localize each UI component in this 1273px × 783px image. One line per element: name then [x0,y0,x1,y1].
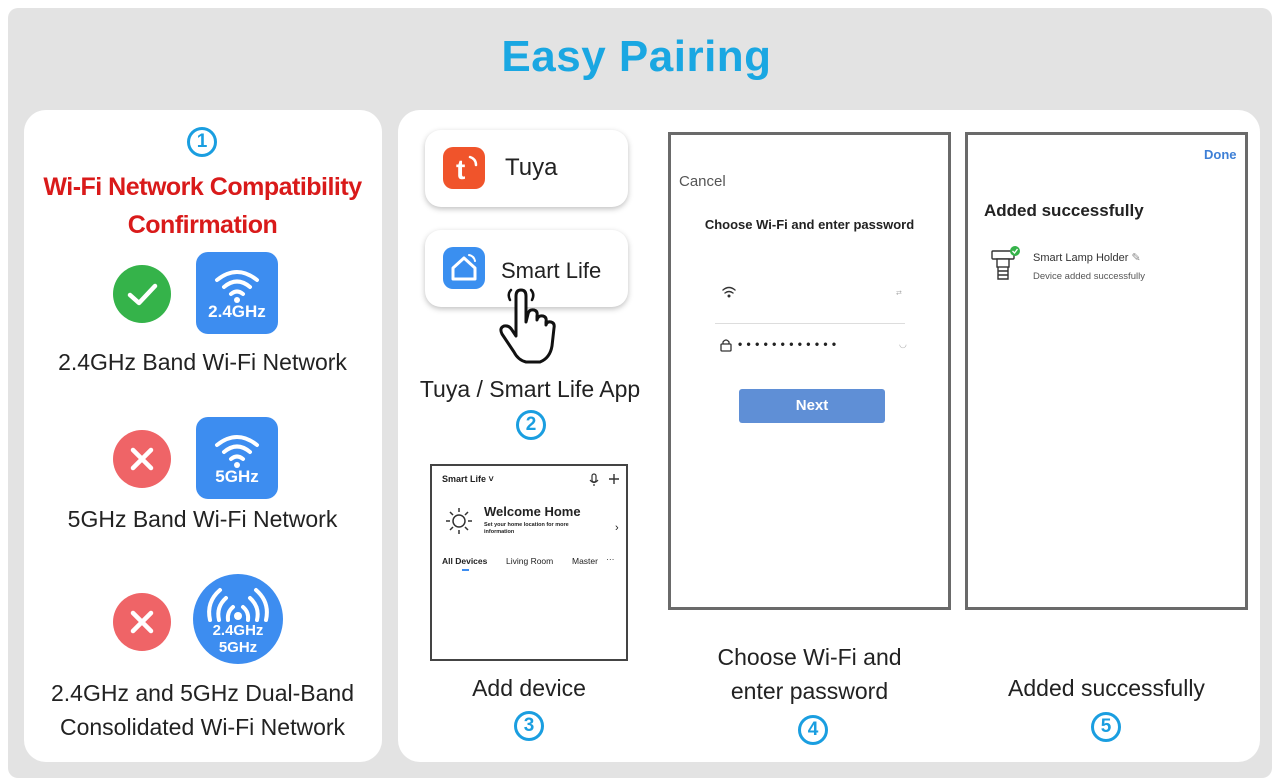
sun-icon [446,508,472,534]
chevron-right-icon[interactable]: › [615,522,619,534]
tuya-icon: t [443,147,485,189]
microphone-icon[interactable] [588,473,600,487]
eye-icon[interactable]: ◡ [899,339,907,350]
apps-caption: Tuya / Smart Life App [419,376,641,402]
band-label-dual-line1: 2.4GHz and 5GHz Dual-Band [51,680,354,706]
wifi-2-4ghz-badge: 2.4GHz [196,252,278,334]
wifi-icon [215,435,259,468]
success-heading: Added successfully [984,201,1144,220]
password-field[interactable]: • • • • • • • • • • • • [738,337,837,351]
badge-label-line2: 5GHz [218,639,258,656]
band-label-dual-line2: Consolidated Wi-Fi Network [59,714,346,740]
wifi-icon [722,286,736,298]
badge-label: 2.4GHz [208,302,266,321]
divider [715,323,905,324]
compatibility-title-line1: Wi-Fi Network Compatibility [43,173,362,201]
compatibility-title: Wi-Fi Network Compatibility Confirmation [0,168,405,244]
smart-life-icon [443,247,485,289]
svg-text:t: t [456,154,465,185]
success-screen: Done Added successfully Smart Lamp Holde… [965,132,1248,610]
app-name-smart-life: Smart Life [501,258,602,283]
compatibility-title-line2: Confirmation [127,211,278,239]
tab-master[interactable]: Master [572,556,598,566]
switch-network-icon[interactable]: ⇄ [896,289,902,297]
step-3-badge: 3 [514,711,544,741]
step-2-badge: 2 [516,410,546,440]
tab-all-devices[interactable]: All Devices [442,556,487,566]
device-name: Smart Lamp Holder ✎ [1033,252,1141,264]
badge-label: 5GHz [215,467,259,486]
tab-living-room[interactable]: Living Room [506,556,553,566]
wifi-icon [215,270,259,303]
wifi-screen-heading: Choose Wi-Fi and enter password [704,217,915,232]
done-button[interactable]: Done [1204,147,1237,162]
more-tabs-icon[interactable]: ··· [606,554,615,564]
page-title: Easy Pairing [501,32,772,81]
step-1-badge: 1 [187,127,217,157]
hand-pointer-icon [499,288,556,364]
wifi-caption-line1: Choose Wi-Fi and [717,644,902,670]
cancel-button[interactable]: Cancel [679,173,726,190]
active-tab-indicator [462,569,469,571]
wifi-password-screen: Cancel Choose Wi-Fi and enter password ⇄… [668,132,951,610]
step-5-badge: 5 [1091,712,1121,742]
success-caption: Added successfully [1008,675,1205,701]
wifi-dual-band-badge: 2.4GHz 5GHz [193,574,283,664]
smart-life-home-label[interactable]: Smart Life ˅ [442,474,494,484]
add-device-screen: Smart Life ˅ Welcome Home Set your home … [430,464,628,661]
app-name-tuya: Tuya [505,154,558,181]
band-label-dual: 2.4GHz and 5GHz Dual-Band Consolidated W… [0,676,405,744]
welcome-home-title: Welcome Home [484,504,581,519]
app-card-tuya[interactable]: t Tuya [425,130,628,207]
welcome-home-subtitle: Set your home location for more informat… [484,522,569,535]
lamp-holder-icon [991,246,1020,280]
band-label-5ghz: 5GHz Band Wi-Fi Network [67,506,338,532]
next-button[interactable]: Next [739,389,885,423]
lock-icon [720,339,732,352]
badge-label-line1: 2.4GHz [212,622,264,639]
step-4-badge: 4 [798,715,828,745]
add-device-caption: Add device [472,675,586,701]
wifi-caption: Choose Wi-Fi and enter password [668,640,951,708]
wifi-caption-line2: enter password [730,678,889,704]
band-label-2-4ghz: 2.4GHz Band Wi-Fi Network [58,349,347,375]
edit-icon[interactable]: ✎ [1131,252,1140,264]
cross-icon [113,430,171,488]
plus-icon[interactable] [608,473,620,485]
wifi-5ghz-badge: 5GHz [196,417,278,499]
device-status: Device added successfully [1033,271,1145,282]
cross-icon [113,593,171,651]
check-icon [113,265,171,323]
